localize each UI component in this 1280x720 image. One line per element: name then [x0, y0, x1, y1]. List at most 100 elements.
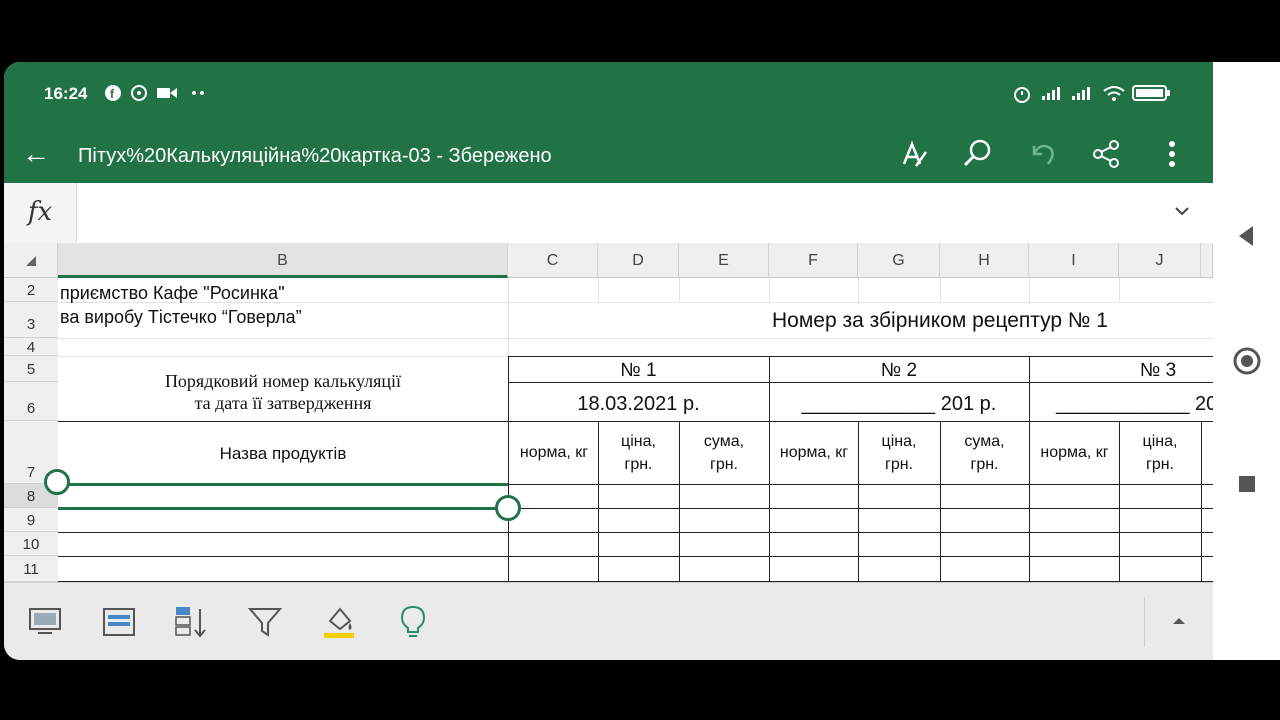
- column-header-g[interactable]: G: [858, 243, 940, 278]
- title-bar: ← Пітух%20Калькуляційна%20картка-03 - Зб…: [4, 128, 1213, 183]
- table-border: [508, 356, 1213, 357]
- cell-date-2[interactable]: ____________ 201 р.: [769, 393, 1029, 416]
- cell-calc-label-1[interactable]: Порядковий номер калькуляції: [58, 370, 508, 392]
- nav-recents-icon[interactable]: [1237, 474, 1257, 494]
- status-bar: 16:24 f: [4, 62, 1213, 128]
- cell-recipe-number[interactable]: Номер за збірником рецептур № 1: [772, 309, 1108, 333]
- cell-price-1a[interactable]: ціна,: [598, 433, 679, 451]
- toolbar-divider: [1144, 597, 1145, 647]
- cell-norm-1[interactable]: норма, кг: [510, 444, 598, 462]
- status-time: 16:24: [44, 84, 88, 103]
- cell-calc-no-1[interactable]: № 1: [508, 360, 769, 382]
- table-border: [1201, 421, 1202, 582]
- cell-calc-label-2[interactable]: та дата її затвердження: [58, 392, 508, 414]
- column-header-k[interactable]: [1201, 243, 1213, 278]
- filter-icon[interactable]: [246, 603, 284, 641]
- text-format-icon[interactable]: [896, 136, 932, 172]
- cell-price-3b[interactable]: грн.: [1119, 456, 1201, 474]
- sheets-icon[interactable]: [100, 603, 138, 641]
- row-header-6[interactable]: 6: [4, 382, 58, 421]
- cell-product-names[interactable]: Назва продуктів: [58, 444, 508, 464]
- table-border: [58, 532, 1213, 533]
- cell-price-1b[interactable]: грн.: [598, 456, 679, 474]
- column-header-j[interactable]: J: [1119, 243, 1201, 278]
- select-all-corner[interactable]: [4, 243, 58, 278]
- row-header-3[interactable]: 3: [4, 302, 58, 338]
- row-header-9[interactable]: 9: [4, 508, 58, 532]
- spreadsheet-grid[interactable]: B C D E F G H I J 2 3 4 5 6 7 8 9 10 11: [4, 243, 1213, 582]
- lightbulb-icon[interactable]: [394, 603, 432, 641]
- wifi-icon: [1103, 86, 1125, 101]
- gridline: [858, 278, 859, 302]
- cell-sum-2a[interactable]: сума,: [940, 433, 1029, 451]
- column-header-d[interactable]: D: [598, 243, 679, 278]
- android-nav-bar: [1213, 62, 1280, 660]
- undo-icon[interactable]: [1024, 136, 1060, 172]
- gridline: [1119, 278, 1120, 302]
- chevron-down-icon[interactable]: [1172, 201, 1192, 221]
- corner-triangle-icon: [25, 256, 36, 266]
- cell-sum-1b[interactable]: грн.: [679, 456, 769, 474]
- device-screen: 16:24 f ← Пітух%20Калькуляційна%20картка…: [4, 62, 1280, 660]
- viber-icon: [131, 85, 147, 101]
- cell-norm-3[interactable]: норма, кг: [1030, 444, 1119, 462]
- table-border: [508, 382, 1213, 383]
- signal-icon: [1042, 87, 1060, 100]
- selection-handle-start[interactable]: [44, 469, 70, 495]
- gridline: [769, 278, 770, 302]
- row-header-5[interactable]: 5: [4, 356, 58, 382]
- alarm-icon: [1014, 87, 1030, 103]
- column-header-c[interactable]: C: [508, 243, 598, 278]
- row-header-2[interactable]: 2: [4, 278, 58, 302]
- bottom-toolbar: [4, 582, 1213, 660]
- column-header-b[interactable]: B: [58, 243, 508, 278]
- search-icon[interactable]: [960, 136, 996, 172]
- table-border: [508, 484, 1213, 485]
- facebook-icon: f: [105, 85, 121, 101]
- fill-color-icon[interactable]: [320, 603, 358, 641]
- formula-bar: fx: [4, 183, 1213, 244]
- cell-price-2a[interactable]: ціна,: [858, 433, 940, 451]
- expand-toolbar-icon[interactable]: [1168, 613, 1190, 631]
- table-border: [769, 356, 770, 582]
- presentation-view-icon[interactable]: [26, 603, 64, 641]
- table-border: [508, 508, 1213, 509]
- cell-sum-2b[interactable]: грн.: [940, 456, 1029, 474]
- cell-price-3a[interactable]: ціна,: [1119, 433, 1201, 451]
- cell-b3[interactable]: ва виробу Тістечко “Говерла”: [60, 307, 302, 328]
- cell-b2[interactable]: приємство Кафе "Росинка": [60, 283, 285, 304]
- cell-calc-no-2[interactable]: № 2: [769, 360, 1029, 382]
- table-border: [58, 556, 1213, 557]
- column-header-e[interactable]: E: [679, 243, 769, 278]
- back-arrow-icon[interactable]: ←: [22, 138, 50, 170]
- gridline: [940, 278, 941, 302]
- nav-back-icon[interactable]: [1235, 224, 1257, 248]
- more-vertical-icon[interactable]: [1154, 136, 1190, 172]
- row-header-10[interactable]: 10: [4, 532, 58, 556]
- column-header-i[interactable]: I: [1029, 243, 1119, 278]
- row-header-11[interactable]: 11: [4, 556, 58, 582]
- cell-price-2b[interactable]: грн.: [858, 456, 940, 474]
- sort-icon[interactable]: [172, 603, 210, 641]
- cell-norm-2[interactable]: норма, кг: [770, 444, 858, 462]
- selection-border-bottom: [58, 507, 508, 510]
- cell-calc-no-3[interactable]: № 3: [1140, 360, 1176, 382]
- column-header-f[interactable]: F: [769, 243, 858, 278]
- table-border: [508, 356, 509, 582]
- battery-icon: [1132, 85, 1170, 101]
- gridline: [58, 338, 1213, 339]
- gridline: [679, 278, 680, 302]
- nav-home-icon[interactable]: [1232, 346, 1262, 376]
- cell-date-1[interactable]: 18.03.2021 р.: [508, 393, 769, 416]
- formula-input[interactable]: [80, 183, 1160, 243]
- fx-icon[interactable]: fx: [4, 183, 77, 243]
- row-header-4[interactable]: 4: [4, 338, 58, 356]
- gridline: [508, 278, 509, 356]
- cell-date-3[interactable]: ____________ 20: [1056, 393, 1213, 416]
- share-icon[interactable]: [1088, 136, 1124, 172]
- column-header-h[interactable]: H: [940, 243, 1029, 278]
- table-border: [58, 421, 1213, 422]
- cell-sum-1a[interactable]: сума,: [679, 433, 769, 451]
- document-title: Пітух%20Калькуляційна%20картка-03 - Збер…: [78, 145, 552, 167]
- selection-handle-end[interactable]: [495, 495, 521, 521]
